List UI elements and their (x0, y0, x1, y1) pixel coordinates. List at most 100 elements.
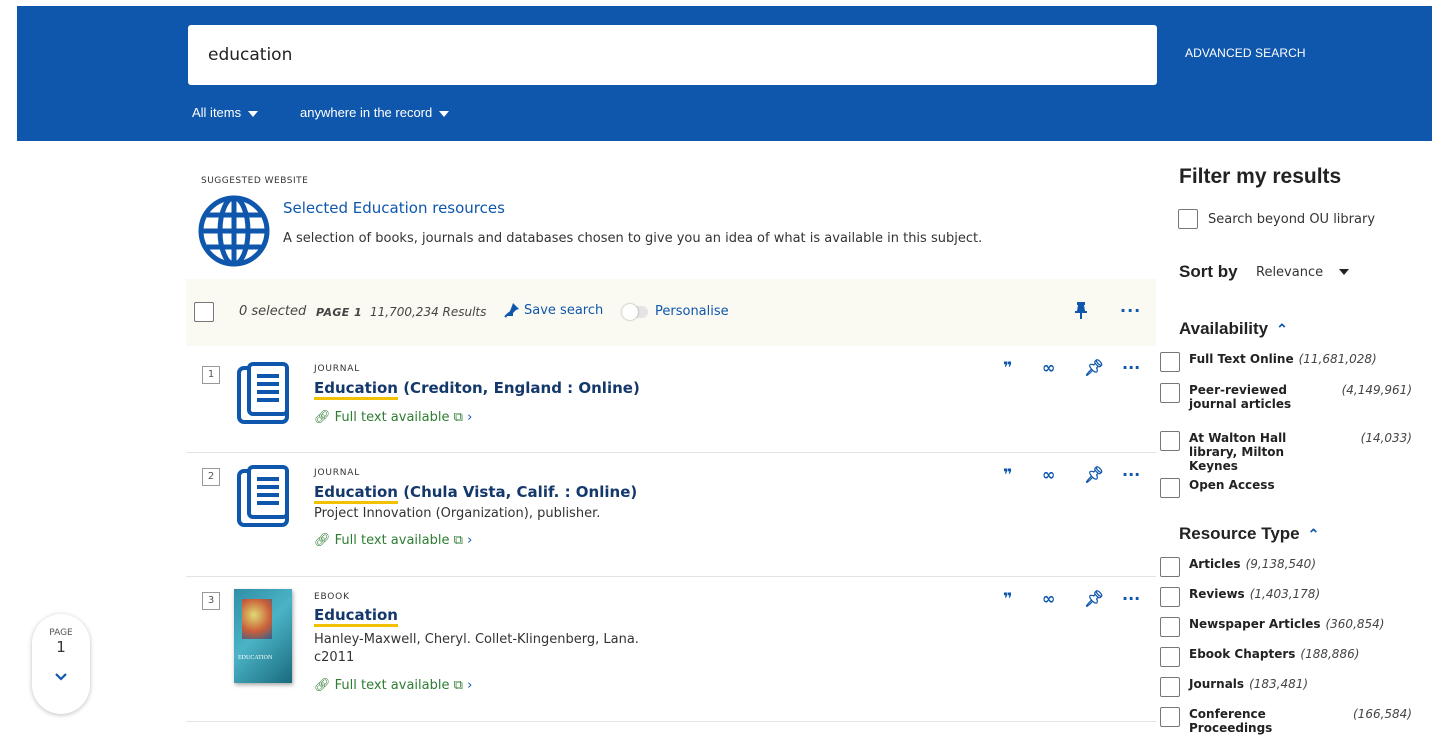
facet-checkbox[interactable] (1160, 647, 1180, 667)
facet-journals[interactable]: Journals (183,481) (1160, 677, 1412, 697)
page-label: PAGE 1 (316, 306, 362, 319)
facet-count: (11,681,028) (1298, 352, 1377, 366)
facet-count: (9,138,540) (1245, 557, 1316, 571)
chevron-right-icon: › (467, 678, 473, 693)
chevron-down-icon[interactable] (1339, 269, 1349, 275)
facet-count: (188,886) (1300, 647, 1360, 661)
more-options-icon[interactable]: ··· (1122, 465, 1140, 484)
search-beyond-checkbox[interactable] (1178, 209, 1198, 229)
facet-checkbox[interactable] (1160, 383, 1180, 403)
facet-label: Reviews (1189, 587, 1245, 601)
external-link-icon: ⧉ (453, 678, 463, 693)
facet-checkbox[interactable] (1160, 677, 1180, 697)
sort-dropdown[interactable]: Relevance (1256, 265, 1323, 280)
resource-type-title: Resource Type (1179, 524, 1300, 543)
facet-checkbox[interactable] (1160, 352, 1180, 372)
permalink-icon[interactable]: ∞ (1042, 465, 1055, 484)
chevron-down-icon (248, 110, 259, 117)
full-text-link[interactable]: 🔗︎ Full text available ⧉ › (314, 410, 472, 425)
facet-open-access[interactable]: Open Access (1160, 478, 1412, 498)
result-title-link[interactable]: Education (Crediton, England : Online) (314, 379, 640, 400)
more-options-icon[interactable]: ··· (1120, 301, 1141, 320)
facet-label: Newspaper Articles (1189, 617, 1321, 631)
result-item: 3 EDUCATION EBOOK Education Hanley-Maxwe… (186, 577, 1156, 722)
scope-label: All items (192, 105, 242, 120)
cite-icon[interactable]: ❞ (1003, 358, 1012, 377)
select-all-checkbox[interactable] (194, 302, 214, 322)
facet-conference-proceedings[interactable]: Conference Proceedings (166,584) (1160, 707, 1412, 735)
facet-checkbox[interactable] (1160, 587, 1180, 607)
suggested-label: SUGGESTED WEBSITE (201, 176, 309, 186)
facet-label: Journals (1189, 677, 1245, 691)
result-item: 1 JOURNAL Education (Crediton, England :… (186, 346, 1156, 453)
facet-articles[interactable]: Articles (9,138,540) (1160, 557, 1412, 577)
advanced-search-link[interactable]: ADVANCED SEARCH (1185, 46, 1306, 60)
external-link-icon: ⧉ (453, 410, 463, 425)
facet-label: Open Access (1189, 478, 1275, 492)
search-beyond-option[interactable]: Search beyond OU library (1178, 209, 1375, 229)
result-publisher: Project Innovation (Organization), publi… (314, 506, 601, 521)
facet-checkbox[interactable] (1160, 617, 1180, 637)
facet-peer-reviewed[interactable]: Peer-reviewed journal articles (4,149,961… (1160, 383, 1412, 411)
facet-count: (183,481) (1249, 677, 1309, 691)
result-type: JOURNAL (314, 468, 361, 478)
facet-walton-hall[interactable]: At Walton Hall library, Milton Keynes (14… (1160, 431, 1412, 473)
result-item: 2 JOURNAL Education (Chula Vista, Calif.… (186, 453, 1156, 577)
result-type: JOURNAL (314, 364, 361, 374)
facet-label: At Walton Hall library, Milton Keynes (1189, 431, 1287, 473)
facet-checkbox[interactable] (1160, 557, 1180, 577)
search-beyond-label: Search beyond OU library (1208, 211, 1376, 227)
scope-dropdown[interactable]: All items (192, 105, 259, 120)
search-input[interactable] (188, 26, 1048, 84)
facet-newspaper-articles[interactable]: Newspaper Articles (360,854) (1160, 617, 1412, 637)
facet-reviews[interactable]: Reviews (1,403,178) (1160, 587, 1412, 607)
facet-full-text-online[interactable]: Full Text Online (11,681,028) (1160, 352, 1412, 372)
pin-icon[interactable]: 📌︎ (1084, 465, 1104, 484)
permalink-icon[interactable]: ∞ (1042, 358, 1055, 377)
permalink-icon[interactable]: ∞ (1042, 589, 1055, 608)
facet-checkbox[interactable] (1160, 707, 1180, 727)
full-text-link[interactable]: 🔗︎ Full text available ⧉ › (314, 678, 472, 693)
pin-icon[interactable]: 📌︎ (1084, 589, 1104, 608)
personalise-toggle[interactable] (622, 304, 648, 320)
full-text-link[interactable]: 🔗︎ Full text available ⧉ › (314, 533, 472, 548)
facet-ebook-chapters[interactable]: Ebook Chapters (188,886) (1160, 647, 1412, 667)
cite-icon[interactable]: ❞ (1003, 465, 1012, 484)
field-dropdown[interactable]: anywhere in the record (300, 105, 450, 120)
result-number: 3 (202, 592, 220, 610)
header: ✕ ADVANCED SEARCH All items anywhere in … (0, 0, 1432, 141)
suggested-title-link[interactable]: Selected Education resources (283, 199, 505, 217)
more-options-icon[interactable]: ··· (1122, 589, 1140, 608)
link-icon: 🔗︎ (314, 410, 335, 425)
pinned-items-icon[interactable] (1074, 301, 1088, 319)
resource-type-section-header[interactable]: Resource Type ⌃ (1179, 524, 1319, 544)
result-title-link[interactable]: Education (314, 606, 398, 627)
more-options-icon[interactable]: ··· (1122, 358, 1140, 377)
sort-label: Sort by (1179, 262, 1238, 281)
chevron-down-icon (439, 110, 450, 117)
facet-checkbox[interactable] (1160, 431, 1180, 451)
title-highlight: Education (314, 483, 398, 504)
save-search-button[interactable]: Save search (504, 302, 603, 318)
availability-section-header[interactable]: Availability ⌃ (1179, 319, 1288, 339)
filter-title: Filter my results (1179, 165, 1342, 188)
cite-icon[interactable]: ❞ (1003, 589, 1012, 608)
full-text-label: Full text available (334, 410, 450, 425)
result-authors: Hanley-Maxwell, Cheryl. Collet-Klingenbe… (314, 632, 639, 647)
result-title-link[interactable]: Education (Chula Vista, Calif. : Online) (314, 483, 637, 504)
link-icon: 🔗︎ (314, 678, 335, 693)
availability-title: Availability (1179, 319, 1269, 338)
book-cover: EDUCATION (234, 589, 292, 683)
search-icon[interactable] (1307, 40, 1337, 70)
facet-checkbox[interactable] (1160, 478, 1180, 498)
globe-icon (198, 195, 270, 267)
field-label: anywhere in the record (300, 105, 433, 120)
chevron-down-icon[interactable] (54, 672, 68, 682)
page-indicator[interactable]: PAGE 1 (32, 614, 90, 714)
chevron-up-icon: ⌃ (1307, 526, 1320, 542)
chevron-right-icon: › (467, 410, 473, 425)
results-count: 11,700,234 Results (370, 305, 487, 319)
result-type: EBOOK (314, 592, 350, 602)
link-icon: 🔗︎ (314, 533, 335, 548)
pin-icon[interactable]: 📌︎ (1084, 358, 1104, 377)
